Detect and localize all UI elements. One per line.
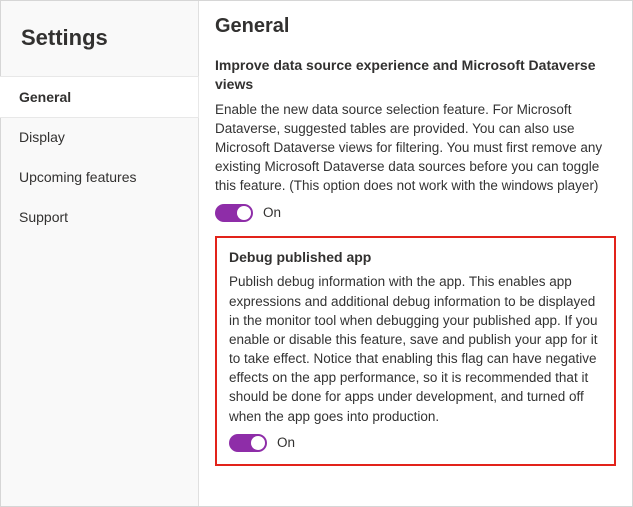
page-title: General — [215, 15, 616, 38]
toggle-knob — [237, 206, 251, 220]
section-improve-data-source: Improve data source experience and Micro… — [215, 56, 616, 222]
sidebar-item-general[interactable]: General — [1, 77, 198, 117]
sidebar: Settings General Display Upcoming featur… — [1, 1, 199, 506]
toggle-improve-data-source[interactable] — [215, 204, 253, 222]
section-debug-published-app: Debug published app Publish debug inform… — [215, 236, 616, 466]
section-title: Debug published app — [229, 248, 602, 267]
main-content: General Improve data source experience a… — [199, 1, 632, 506]
toggle-row: On — [215, 204, 616, 222]
sidebar-item-support[interactable]: Support — [1, 197, 198, 237]
sidebar-item-display[interactable]: Display — [1, 117, 198, 157]
sidebar-title: Settings — [1, 11, 198, 77]
toggle-state-label: On — [277, 435, 295, 450]
toggle-state-label: On — [263, 205, 281, 220]
section-title: Improve data source experience and Micro… — [215, 56, 616, 94]
settings-panel: Settings General Display Upcoming featur… — [0, 0, 633, 507]
section-description: Enable the new data source selection fea… — [215, 100, 616, 196]
toggle-row: On — [229, 434, 602, 452]
sidebar-item-upcoming-features[interactable]: Upcoming features — [1, 157, 198, 197]
section-description: Publish debug information with the app. … — [229, 272, 602, 425]
toggle-knob — [251, 436, 265, 450]
toggle-debug-published-app[interactable] — [229, 434, 267, 452]
